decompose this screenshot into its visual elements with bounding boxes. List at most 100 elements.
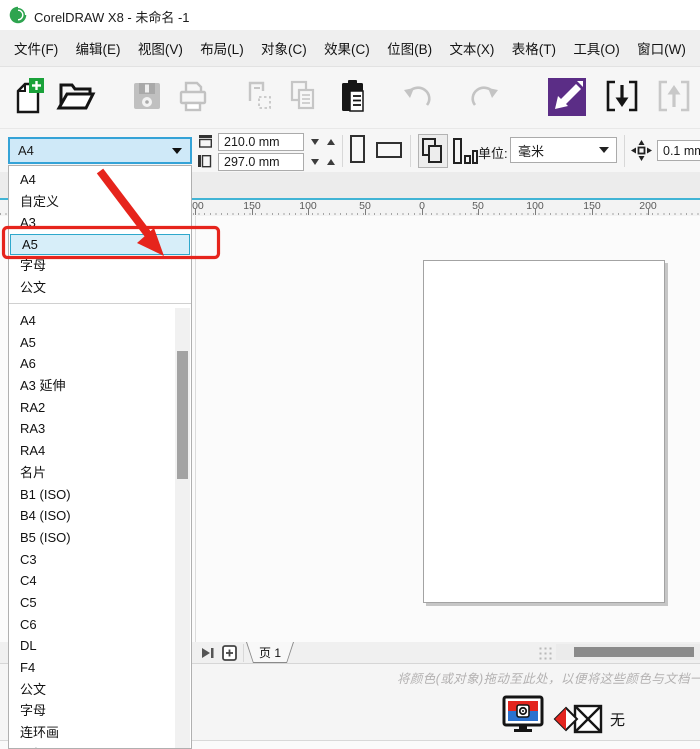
menu-table[interactable]: 表格(T) <box>512 38 556 58</box>
dropdown-scrollbar-thumb[interactable] <box>177 351 188 479</box>
page-width-icon <box>199 135 213 148</box>
export-button[interactable] <box>656 78 692 114</box>
menu-object[interactable]: 对象(C) <box>261 38 307 58</box>
horizontal-scrollbar-thumb[interactable] <box>574 647 694 657</box>
coreldraw-window: CorelDRAW X8 - 未命名 -1 文件(F) 编辑(E) 视图(V) … <box>0 0 700 749</box>
menu-view[interactable]: 视图(V) <box>138 38 183 58</box>
open-button[interactable] <box>56 79 96 113</box>
dropdown-item[interactable]: B1 (ISO) <box>9 484 175 506</box>
menu-layout[interactable]: 布局(L) <box>200 38 244 58</box>
page-height-field[interactable]: 297.0 mm <box>218 153 304 171</box>
last-page-icon[interactable] <box>201 647 215 659</box>
width-spin-up[interactable] <box>327 139 335 145</box>
print-button[interactable] <box>176 79 210 113</box>
separator <box>410 135 411 167</box>
page-size-combobox[interactable]: A4 <box>8 137 192 164</box>
dropdown-item[interactable]: A4 <box>9 310 175 332</box>
current-page-icon <box>453 138 478 164</box>
dropdown-item[interactable]: 连环画 <box>9 722 175 744</box>
paste-icon <box>342 80 364 112</box>
units-value: 毫米 <box>518 143 545 159</box>
dropdown-item[interactable]: RA3 <box>9 418 175 440</box>
height-spin-up[interactable] <box>327 159 335 165</box>
dropdown-item[interactable]: 名片 <box>9 462 175 484</box>
current-page-button[interactable] <box>452 136 478 166</box>
dropdown-scrollbar[interactable] <box>175 308 190 748</box>
coreldraw-logo-icon <box>9 6 27 24</box>
portrait-button[interactable] <box>350 135 365 163</box>
dropdown-item[interactable]: B4 (ISO) <box>9 505 175 527</box>
separator <box>624 135 625 167</box>
nudge-offset-field[interactable]: 0.1 mm <box>657 140 700 161</box>
dropdown-item[interactable]: 公文 <box>9 679 175 701</box>
import-button[interactable] <box>604 78 640 114</box>
undo-icon <box>404 86 431 106</box>
units-label: 单位: <box>478 146 508 161</box>
save-button[interactable] <box>130 79 164 113</box>
all-pages-icon <box>422 138 442 163</box>
units-combobox[interactable]: 毫米 <box>510 137 617 163</box>
all-pages-button[interactable] <box>418 134 448 168</box>
dropdown-item[interactable]: C3 <box>9 549 175 571</box>
dropdown-item-legal[interactable]: 公文 <box>9 277 191 299</box>
document-page[interactable] <box>423 260 665 603</box>
nudge-offset-icon <box>631 140 652 161</box>
menu-text[interactable]: 文本(X) <box>449 38 494 58</box>
dropdown-item[interactable]: C6 <box>9 614 175 636</box>
menu-bar: 文件(F) 编辑(E) 视图(V) 布局(L) 对象(C) 效果(C) 位图(B… <box>0 30 700 66</box>
paste-special-icon <box>248 81 271 109</box>
dropdown-item-letter[interactable]: 字母 <box>9 255 191 277</box>
menu-window[interactable]: 窗口(W) <box>637 38 686 58</box>
dropdown-all-sizes-group: A4 A5 A6 A3 延伸 RA2 RA3 RA4 名片 B1 (ISO) B… <box>9 310 175 748</box>
page-height-icon <box>198 155 212 168</box>
landscape-button[interactable] <box>376 142 402 158</box>
redo-button[interactable] <box>466 79 502 115</box>
dropdown-item-a5-highlighted[interactable]: A5 <box>10 233 190 255</box>
dropdown-item[interactable]: RA4 <box>9 440 175 462</box>
copy-button[interactable] <box>286 79 320 113</box>
undo-button[interactable] <box>400 79 436 115</box>
page-tab[interactable]: 页 1 <box>246 642 294 663</box>
dropdown-item[interactable]: RA2 <box>9 397 175 419</box>
new-document-button[interactable] <box>12 77 46 115</box>
launcher-button[interactable] <box>548 78 586 116</box>
separator <box>342 135 343 167</box>
paste-button[interactable] <box>336 77 370 115</box>
dropdown-item-a3[interactable]: A3 <box>9 212 191 234</box>
dropdown-preset-group: A4 自定义 A3 A5 字母 公文 <box>9 166 191 298</box>
dropdown-item-partial[interactable]: 小报 <box>9 744 175 748</box>
menu-effects[interactable]: 效果(C) <box>324 38 370 58</box>
menu-file[interactable]: 文件(F) <box>14 38 58 58</box>
dropdown-item[interactable]: F4 <box>9 657 175 679</box>
page-width-field[interactable]: 210.0 mm <box>218 133 304 151</box>
menu-tools[interactable]: 工具(O) <box>573 38 620 58</box>
print-icon <box>179 81 207 112</box>
separator <box>243 644 244 662</box>
dropdown-item[interactable]: DL <box>9 635 175 657</box>
dropdown-separator <box>9 303 191 304</box>
redo-icon <box>471 86 498 106</box>
splitter-grip[interactable] <box>538 646 554 660</box>
dropdown-item-custom[interactable]: 自定义 <box>9 191 191 213</box>
dropdown-item[interactable]: B5 (ISO) <box>9 527 175 549</box>
height-spin-down[interactable] <box>311 159 319 165</box>
add-page-icon[interactable] <box>221 644 238 662</box>
dropdown-item[interactable]: C5 <box>9 592 175 614</box>
dropdown-item[interactable]: 字母 <box>9 700 175 722</box>
viewport-left-edge <box>195 216 196 642</box>
page-tab-label: 页 1 <box>258 645 281 660</box>
menu-bitmaps[interactable]: 位图(B) <box>387 38 432 58</box>
paste-special-button[interactable] <box>242 79 274 113</box>
document-color-settings-icon[interactable] <box>500 695 546 735</box>
dropdown-item[interactable]: A5 <box>9 332 175 354</box>
palette-hint-text: 将颜色(或对象)拖动至此处，以便将这些颜色与文档一 <box>397 672 700 686</box>
standard-toolbar <box>0 66 700 189</box>
page-size-value: A4 <box>18 143 34 158</box>
dropdown-item[interactable]: C4 <box>9 570 175 592</box>
dropdown-item[interactable]: A3 延伸 <box>9 375 175 397</box>
fill-none-icon[interactable] <box>552 702 604 736</box>
dropdown-item[interactable]: A6 <box>9 353 175 375</box>
dropdown-item-a4[interactable]: A4 <box>9 169 191 191</box>
menu-edit[interactable]: 编辑(E) <box>76 38 121 58</box>
width-spin-down[interactable] <box>311 139 319 145</box>
